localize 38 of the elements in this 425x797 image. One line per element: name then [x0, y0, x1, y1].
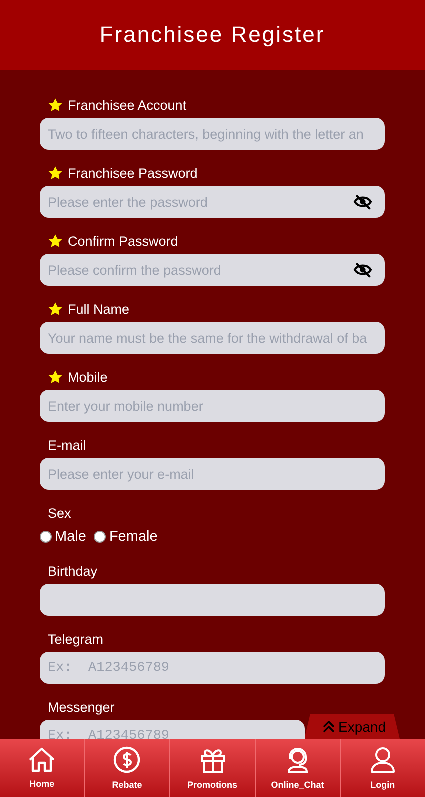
input-field[interactable]: Two to fifteen characters, beginning with the letter an — [40, 118, 385, 150]
nav-tab[interactable]: Online_Chat — [256, 739, 341, 797]
star-icon — [48, 166, 63, 180]
field-label: Birthday — [48, 564, 98, 578]
star-icon — [48, 370, 63, 384]
field-label: Confirm Password — [68, 234, 178, 248]
input-field[interactable]: Your name must be the same for the withdrawal of ba — [40, 322, 385, 354]
password-field[interactable]: Please confirm the password — [40, 254, 385, 286]
field-label: Telegram — [48, 632, 104, 646]
eye-off-icon[interactable] — [353, 262, 373, 278]
nav-tab[interactable]: Login — [340, 739, 425, 797]
page-title: Franchisee Register — [100, 22, 326, 48]
dollar-icon — [113, 746, 142, 774]
nav-tab[interactable]: Home — [0, 739, 86, 797]
radio-option[interactable]: Female — [94, 529, 158, 545]
home-icon — [28, 747, 56, 773]
input-field[interactable]: Ex: A123456789 — [40, 652, 385, 684]
radio-option[interactable]: Male — [40, 529, 86, 545]
star-icon — [48, 302, 63, 316]
nav-tab[interactable]: Rebate — [85, 739, 170, 797]
eye-off-icon[interactable] — [353, 194, 373, 210]
input-field[interactable]: Ex: A123456789 — [40, 720, 305, 739]
field-label: Franchisee Password — [68, 166, 198, 180]
field-label: Full Name — [68, 302, 130, 316]
field-label: Messenger — [48, 700, 115, 714]
field-label: E-mail — [48, 438, 86, 452]
star-icon — [48, 234, 63, 248]
input-field[interactable]: Enter your mobile number — [40, 390, 385, 422]
password-field[interactable]: Please enter the password — [40, 186, 385, 218]
field-label: Sex — [48, 506, 72, 520]
nav-tab[interactable]: Promotions — [170, 739, 256, 797]
field-label: Franchisee Account — [68, 98, 187, 112]
chevrons-up-icon — [322, 720, 335, 732]
user-icon — [368, 746, 397, 774]
star-icon — [48, 98, 63, 112]
input-field[interactable] — [40, 584, 385, 616]
input-field[interactable]: Please enter your e-mail — [40, 458, 385, 490]
field-label: Mobile — [68, 370, 108, 384]
